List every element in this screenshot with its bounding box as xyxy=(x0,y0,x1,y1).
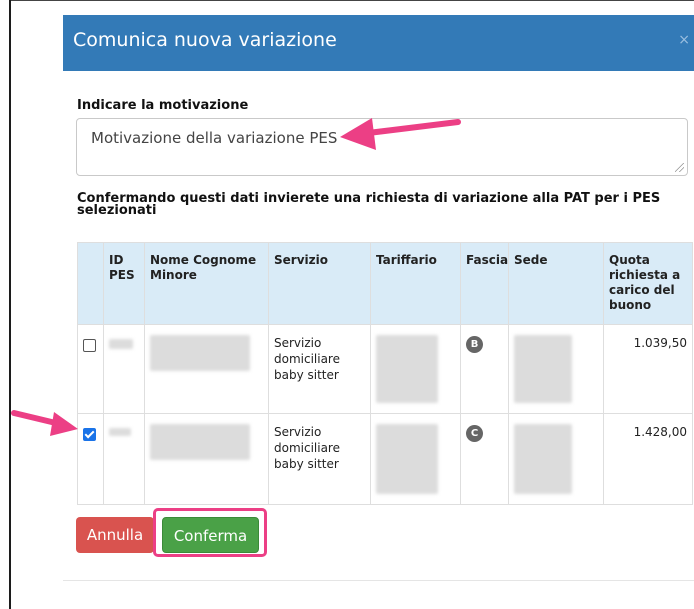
arrow-annotation-icon xyxy=(11,410,78,436)
